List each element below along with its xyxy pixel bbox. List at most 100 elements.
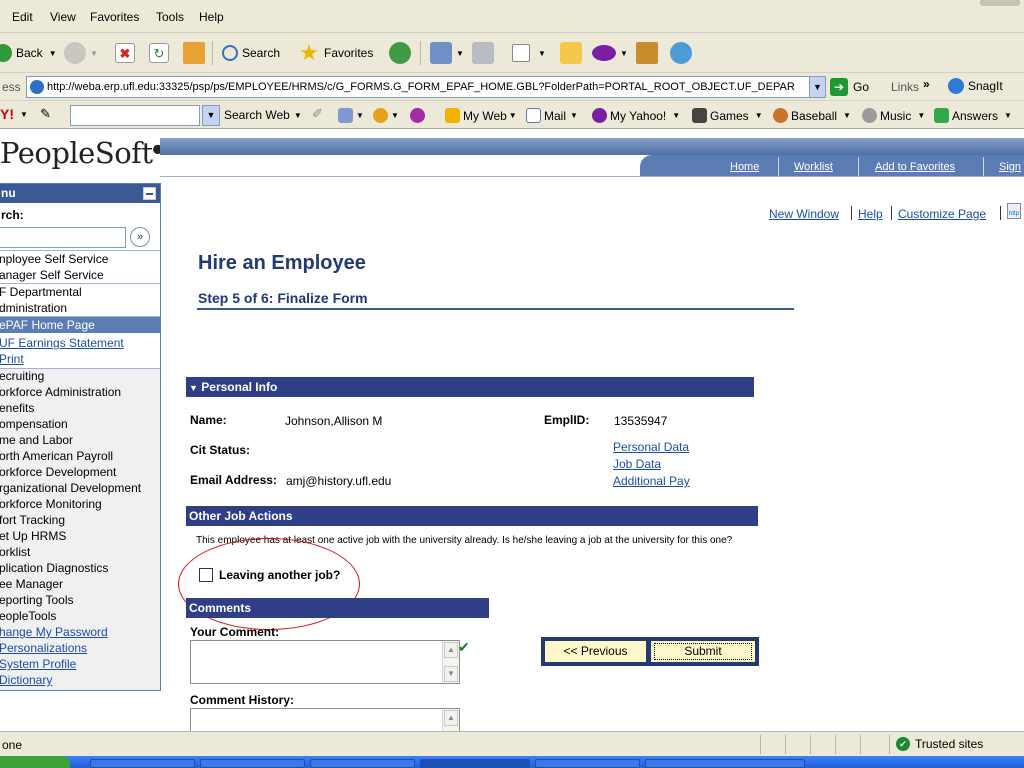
menu-item-time-and-labor[interactable]: me and Labor xyxy=(0,432,160,448)
nav-worklist[interactable]: Worklist xyxy=(794,161,833,173)
menu-item-workforce-monitoring[interactable]: orkforce Monitoring xyxy=(0,496,160,512)
menu-item-peopletools[interactable]: eopleTools xyxy=(0,608,160,624)
menu-search-input[interactable] xyxy=(0,227,126,248)
window-controls[interactable] xyxy=(980,0,1020,6)
messenger-button[interactable] xyxy=(670,39,696,67)
address-dropdown-icon[interactable]: ▼ xyxy=(809,77,825,97)
search-go-icon[interactable]: » xyxy=(130,227,150,247)
menu-item-workforce-development[interactable]: orkforce Development xyxy=(0,464,160,480)
menu-item-print[interactable]: Print xyxy=(0,351,160,367)
menu-item-payroll[interactable]: orth American Payroll xyxy=(0,448,160,464)
chevron-right-icon[interactable]: » xyxy=(923,77,930,91)
customize-page-link[interactable]: Customize Page xyxy=(898,207,986,221)
http-link-icon[interactable]: http xyxy=(1007,203,1021,219)
mail-button[interactable]: ▼ xyxy=(430,39,464,67)
additional-pay-link[interactable]: Additional Pay xyxy=(613,474,690,488)
edit-button[interactable]: ▼ xyxy=(512,39,546,67)
yahoo-logo-icon[interactable]: Y! xyxy=(0,106,14,122)
taskbar-item[interactable] xyxy=(90,759,195,768)
scroll-up-icon[interactable]: ▲ xyxy=(444,642,458,658)
refresh-button[interactable]: ↻ xyxy=(149,39,173,67)
folder-button[interactable] xyxy=(560,39,586,67)
start-button[interactable] xyxy=(0,756,70,768)
mail-link[interactable]: Mail ▼ xyxy=(526,108,578,123)
my-web-button[interactable]: My Web ▼ xyxy=(445,108,517,123)
scroll-up-icon[interactable]: ▲ xyxy=(444,710,458,726)
job-data-link[interactable]: Job Data xyxy=(613,457,661,471)
personal-data-link[interactable]: Personal Data xyxy=(613,440,689,454)
menu-item-personalizations[interactable]: Personalizations xyxy=(0,640,160,656)
taskbar-item[interactable] xyxy=(310,759,415,768)
menu-item-workforce-administration[interactable]: orkforce Administration xyxy=(0,384,160,400)
menu-item-system-profile[interactable]: System Profile xyxy=(0,656,160,672)
menu-item-recruiting[interactable]: ecruiting xyxy=(0,368,160,384)
submit-button[interactable]: Submit xyxy=(650,640,756,663)
menu-item-set-up-hrms[interactable]: et Up HRMS xyxy=(0,528,160,544)
comment-history-textarea[interactable]: ▲ xyxy=(190,708,460,731)
yahoo-messenger-button[interactable]: ▼ xyxy=(592,39,628,67)
my-yahoo-link[interactable]: My Yahoo! ▼ xyxy=(592,108,680,123)
taskbar-item[interactable] xyxy=(535,759,640,768)
your-comment-textarea[interactable]: ▲ ▼ xyxy=(190,640,460,684)
nav-add-to-favorites[interactable]: Add to Favorites xyxy=(875,161,955,173)
menu-edit[interactable]: Edit xyxy=(12,10,33,24)
collapse-icon[interactable] xyxy=(143,187,156,200)
previous-button[interactable]: << Previous xyxy=(544,640,647,663)
pop-up-blocker-button[interactable] xyxy=(410,108,428,123)
menu-view[interactable]: View xyxy=(50,10,76,24)
menu-item-application-diagnostics[interactable]: plication Diagnostics xyxy=(0,560,160,576)
yahoo-search-input[interactable] xyxy=(70,105,200,126)
menu-item-effort-tracking[interactable]: fort Tracking xyxy=(0,512,160,528)
history-scrollbar[interactable]: ▲ xyxy=(442,709,459,731)
address-input[interactable]: http://weba.erp.ufl.edu:33325/psp/ps/EMP… xyxy=(26,76,826,98)
favorites-button[interactable]: ★ Favorites xyxy=(298,39,373,67)
yahoo-search-dropdown-icon[interactable]: ▼ xyxy=(202,105,220,126)
back-button[interactable]: Back ▼ xyxy=(0,39,57,67)
menu-item-dictionary[interactable]: Dictionary xyxy=(0,672,160,688)
home-button[interactable] xyxy=(183,39,209,67)
menu-item-administration[interactable]: dministration xyxy=(0,300,160,316)
nav-home[interactable]: Home xyxy=(730,161,759,173)
baseball-link[interactable]: Baseball ▼ xyxy=(773,108,851,123)
menu-item-manager-self-service[interactable]: anager Self Service xyxy=(0,267,160,283)
forward-button[interactable]: ▼ xyxy=(64,39,98,67)
nav-sign-out[interactable]: Sign xyxy=(999,161,1021,173)
menu-item-uf-departmental[interactable]: F Departmental xyxy=(0,284,160,300)
menu-favorites[interactable]: Favorites xyxy=(90,10,139,24)
comment-scrollbar[interactable]: ▲ ▼ xyxy=(442,641,459,683)
search-button[interactable]: Search xyxy=(222,39,280,67)
security-zone[interactable]: ✔ Trusted sites xyxy=(896,737,983,751)
snagit-button[interactable]: SnagIt xyxy=(948,78,1003,94)
taskbar-item[interactable] xyxy=(645,759,805,768)
highlight-icon[interactable]: ✐ xyxy=(312,106,323,122)
history-button[interactable] xyxy=(389,39,415,67)
links-label[interactable]: Links xyxy=(891,80,919,94)
search-web-button[interactable]: Search Web ▼ xyxy=(224,108,302,122)
help-link[interactable]: Help xyxy=(858,207,883,221)
pencil-icon[interactable]: ✎ xyxy=(40,106,51,122)
menu-item-epaf-home[interactable]: ePAF Home Page xyxy=(0,317,160,333)
menu-item-reporting-tools[interactable]: eporting Tools xyxy=(0,592,160,608)
taskbar-item[interactable] xyxy=(200,759,305,768)
print-button[interactable] xyxy=(472,39,498,67)
menu-item-change-password[interactable]: hange My Password xyxy=(0,624,160,640)
new-window-link[interactable]: New Window xyxy=(769,207,839,221)
menu-item-organizational-development[interactable]: rganizational Development xyxy=(0,480,160,496)
menu-item-worklist[interactable]: orklist xyxy=(0,544,160,560)
taskbar-item[interactable] xyxy=(420,759,530,768)
music-link[interactable]: Music ▼ xyxy=(862,108,925,123)
antispy-button[interactable]: ▼ xyxy=(373,108,399,123)
menu-item-earnings-statement[interactable]: UF Earnings Statement xyxy=(0,335,160,351)
menu-tools[interactable]: Tools xyxy=(156,10,184,24)
games-link[interactable]: Games ▼ xyxy=(692,108,763,123)
toolbar-options-button[interactable]: ▼ xyxy=(338,108,364,123)
menu-item-benefits[interactable]: enefits xyxy=(0,400,160,416)
spellcheck-icon[interactable]: ✔ xyxy=(458,639,478,655)
personal-info-header[interactable]: ▼ Personal Info xyxy=(186,377,754,397)
menu-item-tree-manager[interactable]: ee Manager xyxy=(0,576,160,592)
stop-button[interactable]: ✖ xyxy=(115,39,139,67)
menu-item-employee-self-service[interactable]: nployee Self Service xyxy=(0,251,160,267)
research-button[interactable] xyxy=(636,39,662,67)
scroll-down-icon[interactable]: ▼ xyxy=(444,666,458,682)
answers-link[interactable]: Answers ▼ xyxy=(934,108,1012,123)
